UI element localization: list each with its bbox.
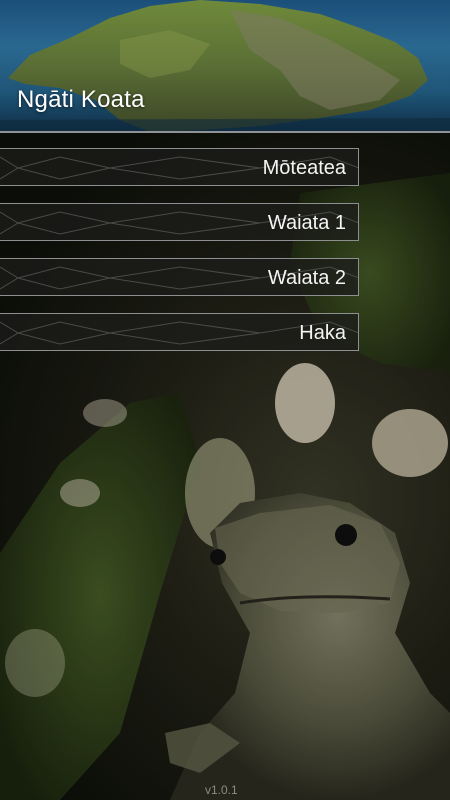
- waiata-1-button[interactable]: Waiata 1: [0, 203, 359, 241]
- menu-item-label: Waiata 2: [267, 267, 346, 289]
- menu-item-label: Mōteatea: [262, 157, 346, 179]
- header-banner: Ngāti Koata: [0, 0, 450, 132]
- moteatea-button[interactable]: Mōteatea: [0, 148, 359, 186]
- waiata-2-button[interactable]: Waiata 2: [0, 258, 359, 296]
- page-title: Ngāti Koata: [17, 86, 145, 113]
- menu-item-label: Waiata 1: [267, 212, 346, 234]
- menu-item-label: Haka: [299, 322, 346, 344]
- haka-button[interactable]: Haka: [0, 313, 359, 351]
- song-menu: Mōteatea Waiata 1 Waiata 2 Haka: [0, 148, 360, 368]
- version-label: v1.0.1: [205, 783, 238, 797]
